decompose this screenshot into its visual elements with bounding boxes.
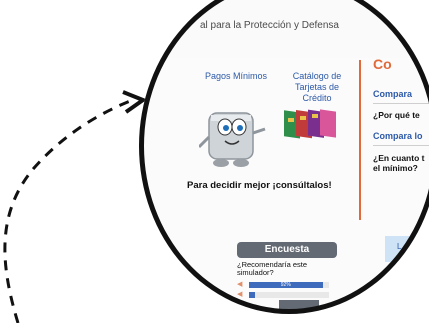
tagline: Para decidir mejor ¡consúltalos! bbox=[187, 180, 332, 191]
speaker-icon: ◀ bbox=[237, 291, 243, 298]
survey-title: Encuesta bbox=[237, 242, 337, 258]
catalogo-tarjetas-link[interactable]: Catálogo de Tarjetas de Crédito bbox=[282, 71, 352, 104]
credit-cards-icon[interactable] bbox=[282, 104, 342, 140]
header-title: al para la Protección y Defensa bbox=[200, 20, 339, 31]
pagos-minimos-link[interactable]: Pagos Mínimos bbox=[194, 71, 278, 82]
speaker-icon: ◀ bbox=[237, 281, 243, 288]
site-header: al para la Protección y Defensa bbox=[139, 0, 429, 58]
compara-link-2[interactable]: Compara lo bbox=[373, 131, 423, 141]
separator bbox=[373, 103, 429, 104]
question-text-2: ¿En cuanto t el mínimo? bbox=[373, 153, 424, 173]
question-text: ¿Por qué te bbox=[373, 110, 420, 120]
card-mascot-icon[interactable] bbox=[199, 103, 271, 169]
result-bar: 92% bbox=[249, 282, 323, 288]
survey-button[interactable] bbox=[279, 300, 319, 310]
separator bbox=[373, 145, 429, 146]
compara-link[interactable]: Compara bbox=[373, 89, 412, 99]
info-button[interactable]: L bbox=[385, 236, 429, 262]
right-section-title: Co bbox=[373, 56, 392, 72]
survey-question-line2: simulador? bbox=[237, 268, 274, 277]
panel-divider bbox=[359, 60, 361, 220]
question-line: ¿En cuanto t bbox=[373, 153, 425, 163]
result-track: 92% bbox=[249, 282, 329, 288]
result-bar bbox=[249, 292, 256, 298]
result-track bbox=[249, 292, 329, 298]
dashed-arrow bbox=[3, 99, 131, 323]
question-line: el mínimo? bbox=[373, 163, 418, 173]
